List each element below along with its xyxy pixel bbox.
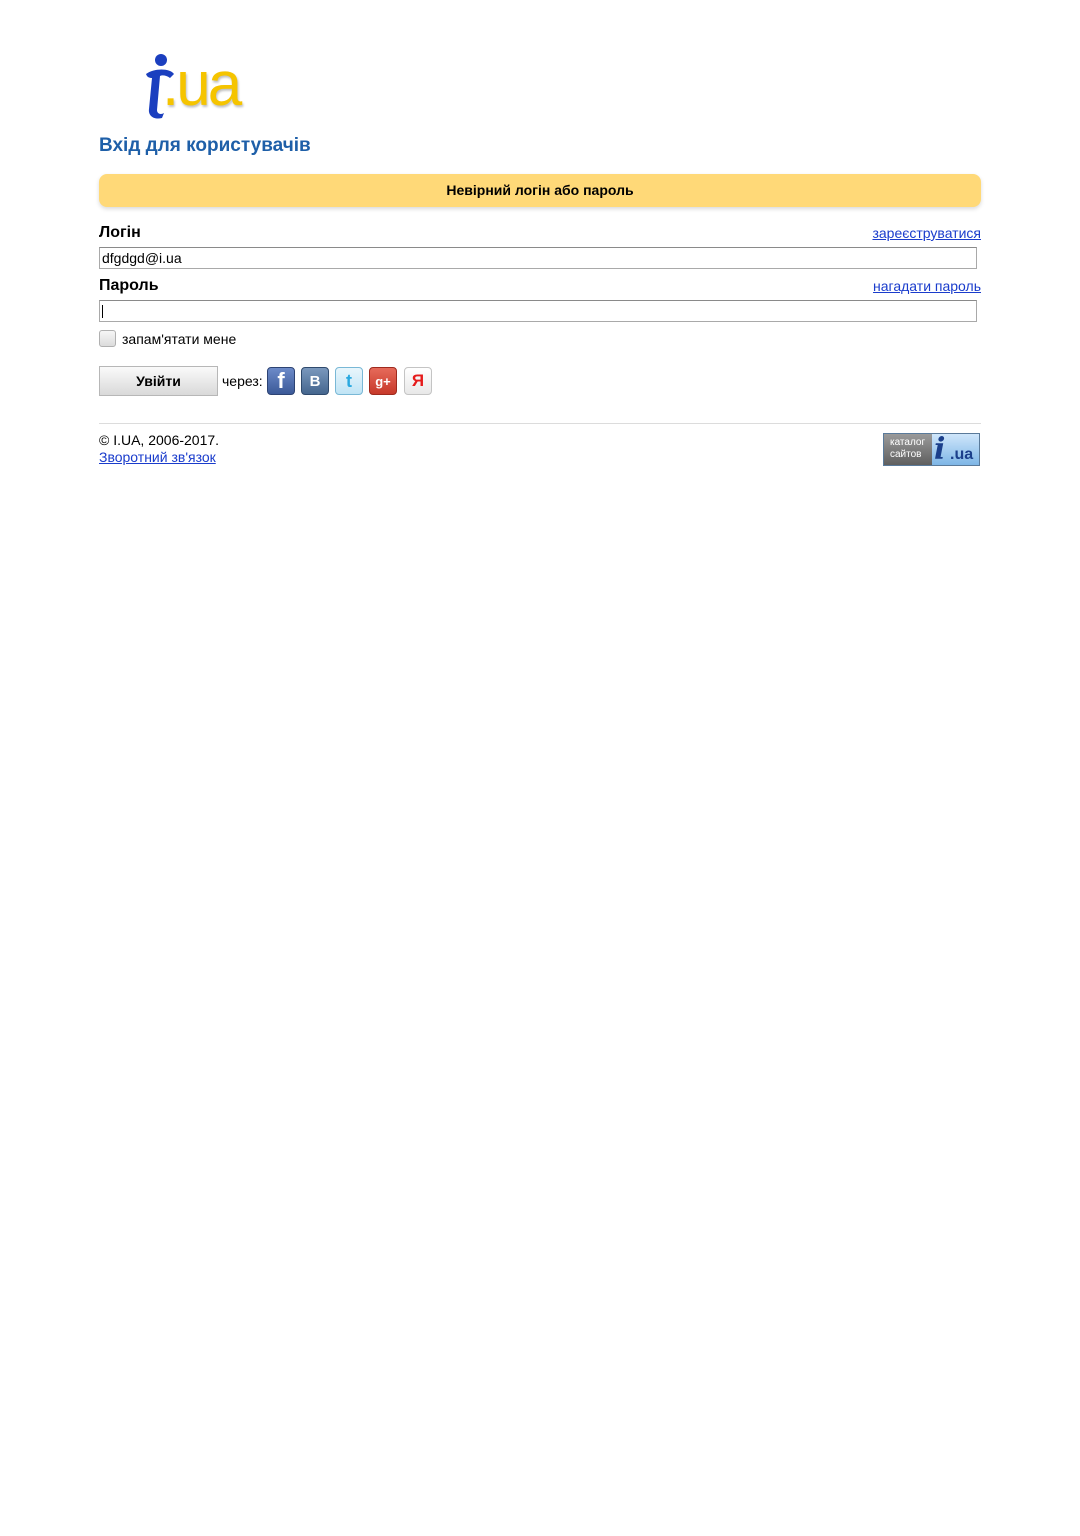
password-label: Пароль — [99, 277, 159, 294]
vkontakte-login-button[interactable]: B — [301, 367, 329, 395]
twitter-icon: t — [346, 370, 352, 391]
catalog-ua-text: .ua — [950, 446, 974, 463]
remember-label: запам'ятати мене — [122, 330, 237, 347]
copyright-text: © I.UA, 2006-2017. — [99, 432, 220, 448]
login-input[interactable] — [99, 247, 977, 269]
register-link[interactable]: зареєструватися — [872, 225, 981, 241]
yandex-login-button[interactable]: Я — [404, 367, 432, 395]
facebook-icon: f — [277, 368, 285, 393]
remind-password-link[interactable]: нагадати пароль — [873, 278, 981, 294]
login-label: Логін — [99, 224, 141, 241]
text-cursor — [102, 305, 103, 318]
remember-checkbox[interactable] — [99, 330, 116, 347]
login-page: .ua Вхід для користувачів Невірний логін… — [0, 0, 1080, 1536]
error-message: Невірний логін або пароль — [99, 174, 981, 207]
catalog-badge-label: каталог сайтов — [884, 434, 932, 465]
catalog-i-icon: i — [934, 433, 946, 466]
yandex-icon: Я — [411, 371, 425, 390]
logo-text: .ua — [162, 50, 242, 119]
login-button[interactable]: Увійти — [99, 366, 218, 396]
google-plus-icon: g+ — [375, 373, 391, 389]
google-plus-login-button[interactable]: g+ — [369, 367, 397, 395]
catalog-badge-line1: каталог — [890, 437, 926, 448]
twitter-login-button[interactable]: t — [335, 367, 363, 395]
catalog-badge-line2: сайтов — [890, 449, 922, 460]
remember-me[interactable]: запам'ятати мене — [99, 330, 236, 347]
password-input[interactable] — [99, 300, 977, 322]
vkontakte-icon: B — [309, 372, 321, 390]
feedback-link[interactable]: Зворотний зв'язок — [99, 449, 216, 465]
via-label: через: — [222, 373, 263, 389]
site-logo[interactable]: .ua — [140, 52, 260, 122]
page-title: Вхід для користувачів — [99, 135, 311, 156]
catalog-badge[interactable]: каталог сайтов i .ua — [883, 433, 980, 466]
footer-divider — [99, 423, 981, 424]
facebook-login-button[interactable]: f — [267, 367, 295, 395]
catalog-badge-logo: i .ua — [932, 434, 979, 465]
